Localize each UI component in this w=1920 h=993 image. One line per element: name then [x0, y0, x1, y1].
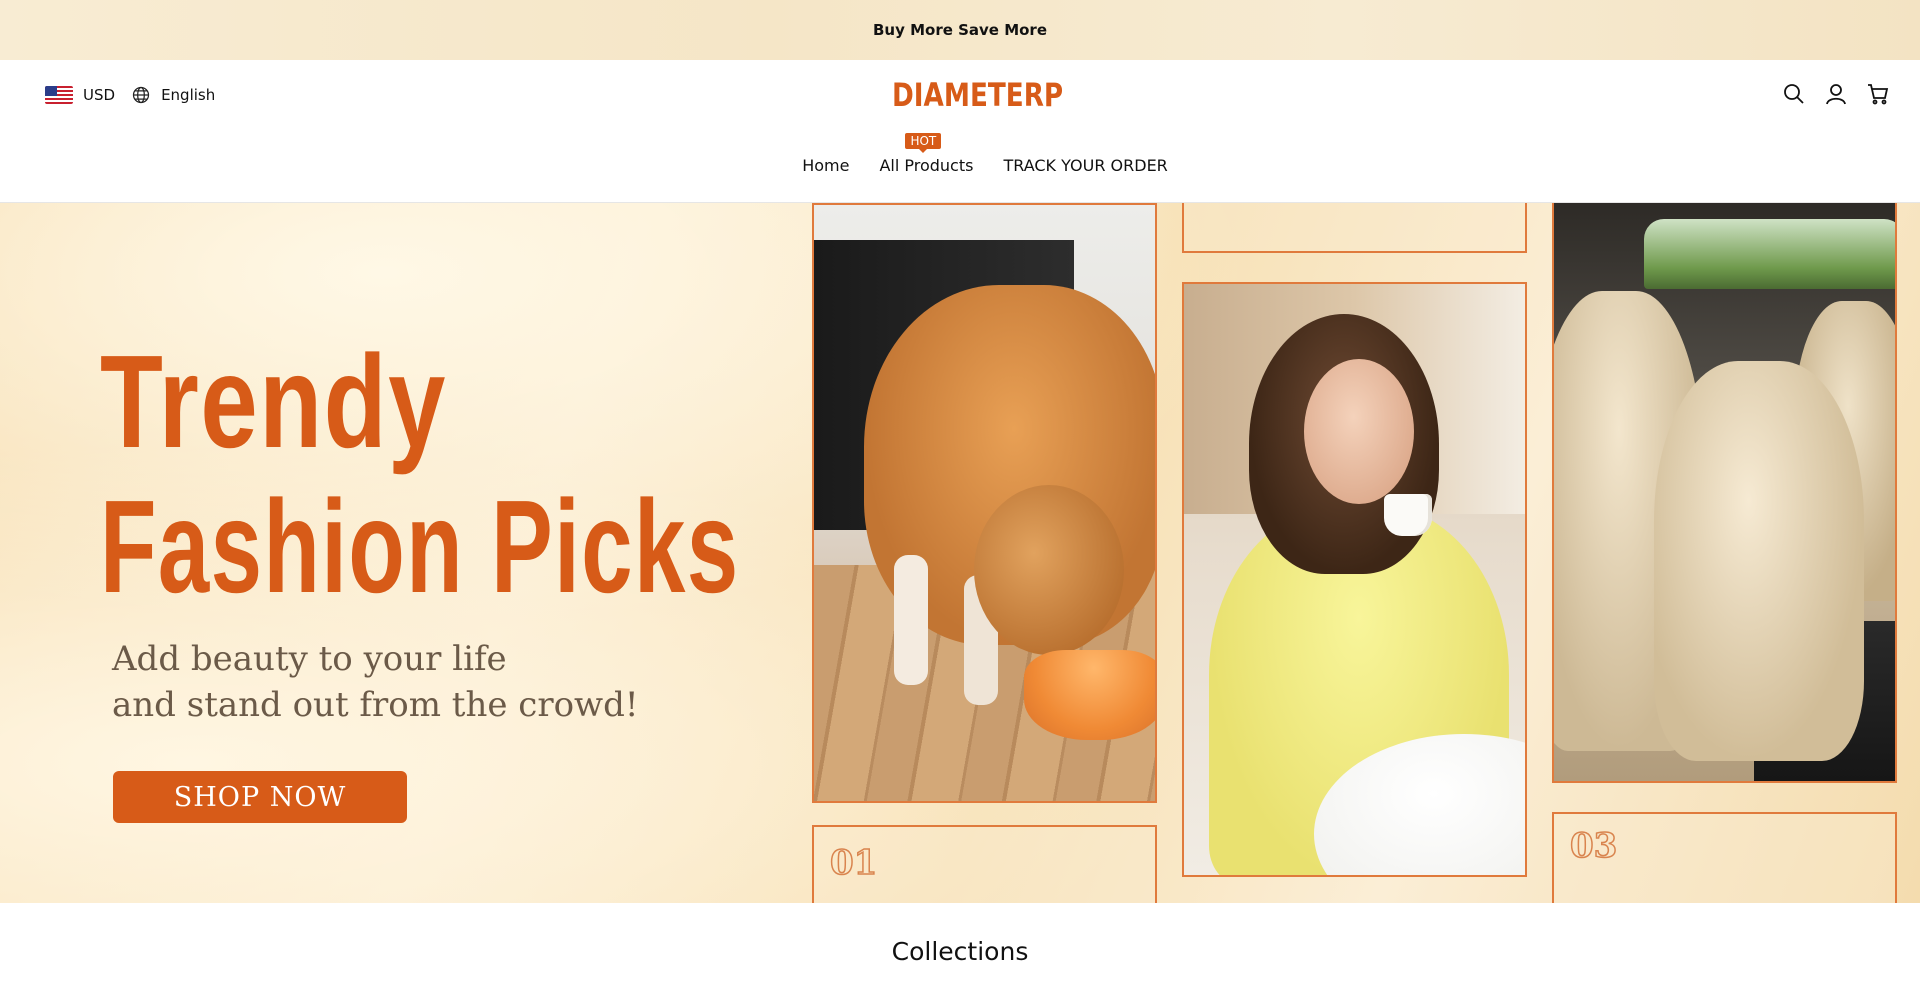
globe-icon [132, 86, 150, 104]
hero-title-line1: Trendy [100, 328, 447, 475]
hot-badge: HOT [905, 133, 942, 153]
number-card-01: 01 [812, 825, 1157, 903]
collections-title: Collections [891, 937, 1029, 966]
hero-banner[interactable]: Trendy Fashion Picks Add beauty to your … [0, 203, 1920, 903]
car-seat-product-image [1552, 203, 1897, 783]
us-flag-icon [45, 86, 73, 104]
header-actions [1782, 82, 1890, 106]
currency-label[interactable]: USD [83, 86, 115, 104]
announcement-text: Buy More Save More [872, 21, 1048, 39]
card-number-03: 03 [1569, 825, 1618, 867]
site-header: USD English DIAMETERP Home HOT All Produ… [0, 60, 1920, 203]
nav-all-products-label: All Products [879, 156, 974, 175]
search-icon[interactable] [1782, 82, 1806, 106]
shop-now-button[interactable]: SHOP NOW [113, 771, 407, 823]
hero-subtitle: Add beauty to your life and stand out fr… [112, 636, 639, 728]
brand-logo[interactable]: DIAMETERP [892, 76, 1063, 114]
nav-home[interactable]: Home [802, 156, 849, 175]
number-card-03: 03 [1552, 812, 1897, 903]
hero-title-line2: Fashion Picks [100, 472, 740, 620]
collections-section: Collections [0, 903, 1920, 993]
card-number-01: 01 [829, 842, 878, 884]
cart-icon[interactable] [1866, 82, 1890, 106]
account-icon[interactable] [1824, 82, 1848, 106]
hero-subtitle-line2: and stand out from the crowd! [112, 685, 639, 725]
number-card-02 [1182, 203, 1527, 253]
dog-product-image [812, 203, 1157, 803]
locale-selector[interactable]: USD English [45, 85, 215, 105]
hero-subtitle-line1: Add beauty to your life [112, 639, 507, 679]
nav-track-order[interactable]: TRACK YOUR ORDER [1003, 156, 1167, 175]
woman-product-image [1182, 282, 1527, 877]
nav-all-products[interactable]: HOT All Products [879, 133, 974, 175]
language-label[interactable]: English [161, 86, 215, 104]
announcement-bar: Buy More Save More [0, 0, 1920, 60]
main-nav: Home HOT All Products TRACK YOUR ORDER [0, 133, 1920, 175]
